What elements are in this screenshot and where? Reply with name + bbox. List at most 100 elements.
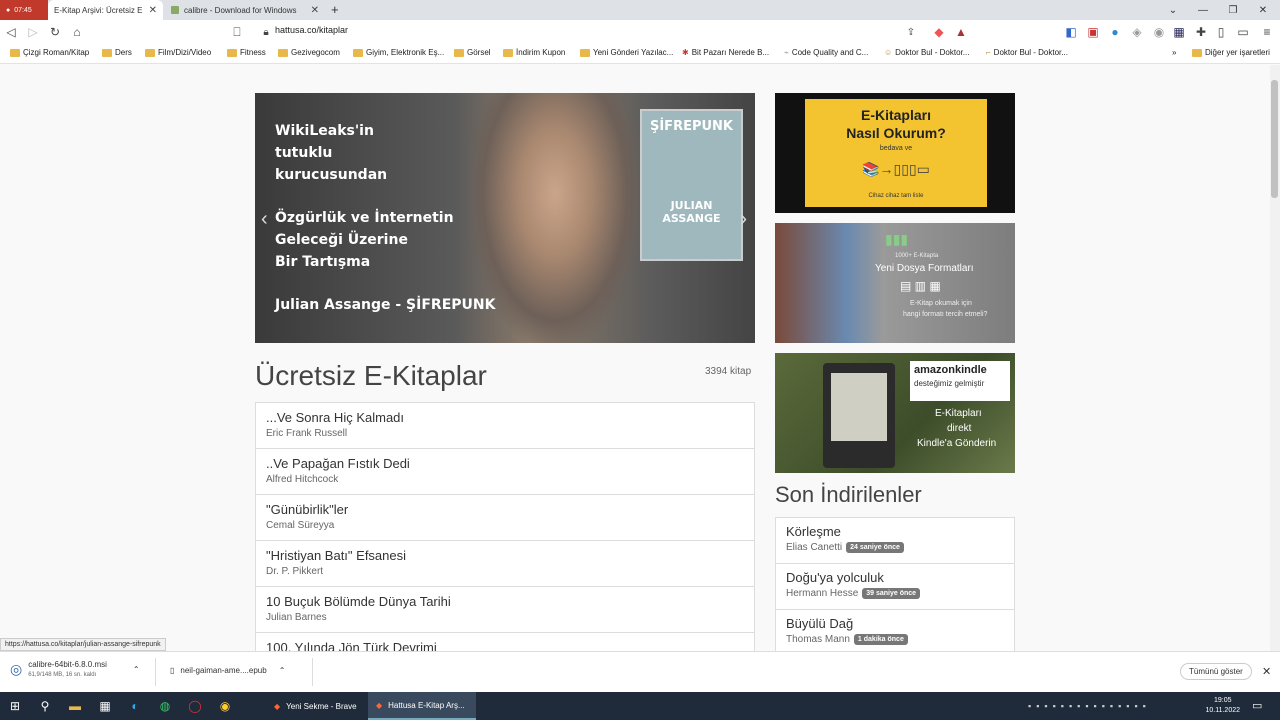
bookmark-label: Doktor Bul - Doktor...	[895, 48, 970, 57]
kindle-logo: amazonkindle desteğimiz gelmiştir	[910, 361, 1010, 401]
promo-text: Kindle'a Gönderin	[917, 438, 997, 449]
tab-hattusa[interactable]: E-Kitap Arşivi: Ücretsiz E ✕	[48, 0, 163, 20]
bookmark-link[interactable]: ✱ Bit Pazarı Nerede B...	[682, 48, 769, 57]
store-icon[interactable]: ▦	[90, 692, 120, 720]
extension-icon[interactable]: ▦	[1168, 21, 1190, 43]
download-bar: ◎ calibre-64bit-6.8.0.msi 61,9/148 MB, 16…	[0, 651, 1280, 692]
promo-text: E-Kitapları	[935, 408, 982, 419]
bookmark-label: İndirim Kupon	[516, 48, 566, 57]
book-title[interactable]: Körleşme	[786, 524, 1004, 539]
book-count: 3394 kitap	[705, 366, 752, 377]
download-item[interactable]: ◎ calibre-64bit-6.8.0.msi 61,9/148 MB, 16…	[10, 660, 140, 678]
scrollbar-thumb[interactable]	[1271, 80, 1278, 198]
restore-button[interactable]: ❐	[1218, 0, 1248, 20]
new-tab-button[interactable]: +	[331, 2, 339, 17]
bookmark-folder[interactable]: Çizgi Roman/Kitap	[10, 48, 89, 57]
close-icon[interactable]: ✕	[1262, 665, 1271, 678]
bookmark-link[interactable]: ☺ Doktor Bul - Doktor...	[884, 48, 969, 57]
promo-how-to-read[interactable]: E-Kitapları Nasıl Okurum? bedava ve 📚→▯▯…	[775, 93, 1015, 213]
system-tray-icons[interactable]: ▪▪▪▪▪▪▪▪▪▪▪▪▪▪▪	[1028, 701, 1151, 711]
extension-icon[interactable]: ◉	[1148, 21, 1170, 43]
taskbar-app-brave-new-tab[interactable]: ◆ Yeni Sekme - Brave	[266, 692, 365, 720]
clock-date: 10.11.2022	[1205, 707, 1240, 714]
close-window-button[interactable]: ✕	[1248, 0, 1278, 20]
list-item[interactable]: "Günübirlik"ler Cemal Süreyya	[256, 495, 754, 541]
opera-icon[interactable]: ◯	[180, 692, 210, 720]
chrome-icon[interactable]: ◉	[210, 692, 240, 720]
show-all-button[interactable]: Tümünü göster	[1180, 663, 1252, 680]
download-item[interactable]: ▯ neil-gaiman-ame....epub ⌃	[170, 666, 285, 675]
book-title[interactable]: ..Ve Papağan Fıstık Dedi	[266, 456, 744, 471]
bookmark-folder[interactable]: Gezivegocom	[278, 48, 340, 57]
book-title[interactable]: 10 Buçuk Bölümde Dünya Tarihi	[266, 594, 744, 609]
promo-kindle[interactable]: amazonkindle desteğimiz gelmiştir E-Kita…	[775, 353, 1015, 473]
close-tab-icon[interactable]: ✕	[149, 5, 157, 16]
list-item[interactable]: 10 Buçuk Bölümde Dünya Tarihi Julian Barn…	[256, 587, 754, 633]
chevron-up-icon[interactable]: ⌃	[279, 666, 286, 675]
bookmark-folder[interactable]: Fitness	[227, 48, 266, 57]
brave-shields-icon[interactable]: ◆	[928, 21, 950, 43]
list-item[interactable]: Büyülü Dağ Thomas Mann 1 dakika önce	[776, 610, 1014, 656]
book-author: Eric Frank Russell	[266, 428, 348, 439]
home-button[interactable]: ⌂	[66, 21, 88, 43]
carousel-prev-chevron-icon[interactable]: ‹	[261, 208, 268, 231]
tab-calibre[interactable]: calibre - Download for Windows ✕	[165, 0, 325, 20]
bookmarks-overflow-chevron-icon[interactable]: »	[1172, 48, 1176, 57]
list-item[interactable]: ...Ve Sonra Hiç Kalmadı Eric Frank Russel…	[256, 403, 754, 449]
book-title[interactable]: Büyülü Dağ	[786, 616, 1004, 631]
clock[interactable]: 19:05 10.11.2022	[1205, 696, 1240, 716]
download-name: calibre-64bit-6.8.0.msi	[28, 660, 107, 669]
forward-button[interactable]: ▷	[22, 21, 44, 43]
address-input[interactable]: hattusa.co/kitaplar	[275, 25, 348, 35]
close-tab-icon[interactable]: ✕	[311, 5, 319, 16]
bookmark-folder[interactable]: Ders	[102, 48, 132, 57]
notifications-icon[interactable]: ▭	[1252, 699, 1262, 712]
extension-icon[interactable]: ▣	[1082, 21, 1104, 43]
bookmark-folder[interactable]: Film/Dizi/Video	[145, 48, 211, 57]
bookmark-link[interactable]: ⌁ Code Quality and C...	[784, 48, 868, 57]
list-item[interactable]: Körleşme Elias Canetti 24 saniye önce	[776, 518, 1014, 564]
windows-start-icon[interactable]: ⊞	[0, 692, 30, 720]
bookmark-folder[interactable]: Giyim, Elektronik Eş...	[353, 48, 444, 57]
wallet-icon[interactable]: ▭	[1232, 21, 1254, 43]
minimize-button[interactable]: —	[1188, 0, 1218, 20]
sidebar-icon[interactable]: ▯	[1210, 21, 1232, 43]
extensions-puzzle-icon[interactable]: ✚	[1190, 21, 1212, 43]
back-button[interactable]: ◁	[0, 21, 22, 43]
bookmark-icon[interactable]: ⎕	[226, 21, 248, 43]
share-icon[interactable]: ⇪	[900, 21, 922, 43]
chevron-up-icon[interactable]: ⌃	[133, 665, 140, 674]
bookmark-folder[interactable]: İndirim Kupon	[503, 48, 565, 57]
list-item[interactable]: Doğu'ya yolculuk Hermann Hesse 39 saniye ö…	[776, 564, 1014, 610]
list-item[interactable]: "Hristiyan Batı" Efsanesi Dr. P. Pikkert	[256, 541, 754, 587]
book-title[interactable]: "Hristiyan Batı" Efsanesi	[266, 548, 744, 563]
hero-text: Bir Tartışma	[275, 254, 371, 270]
book-title[interactable]: "Günübirlik"ler	[266, 502, 744, 517]
promo-text: hangi formatı tercih etmeli?	[903, 311, 988, 318]
book-author: Elias Canetti	[786, 542, 843, 553]
book-title[interactable]: Doğu'ya yolculuk	[786, 570, 1004, 585]
edge-icon[interactable]: ◐	[120, 692, 150, 720]
hero-carousel[interactable]: WikiLeaks'in tutuklu kurucusundan Özgürl…	[255, 93, 755, 343]
search-icon[interactable]: ⚲	[30, 692, 60, 720]
list-item[interactable]: ..Ve Papağan Fıstık Dedi Alfred Hitchcock	[256, 449, 754, 495]
promo-panel: E-Kitapları Nasıl Okurum? bedava ve 📚→▯▯…	[805, 99, 987, 207]
whatsapp-icon[interactable]: ◍	[150, 692, 180, 720]
extension-icon[interactable]: ●	[1104, 21, 1126, 43]
carousel-next-chevron-icon[interactable]: ›	[740, 208, 747, 231]
file-explorer-icon[interactable]: ▬	[60, 692, 90, 720]
promo-file-formats[interactable]: ▮▮▮ 1000+ E-Kitapta Yeni Dosya Formatlar…	[775, 223, 1015, 343]
bookmark-folder[interactable]: Yeni Gönderi Yazılac...	[580, 48, 673, 57]
other-bookmarks[interactable]: Diğer yer işaretleri	[1192, 48, 1270, 57]
menu-icon[interactable]: ≡	[1256, 21, 1278, 43]
taskbar-app-hattusa[interactable]: ◆ Hattusa E-Kitap Arş...	[368, 692, 476, 720]
book-title[interactable]: ...Ve Sonra Hiç Kalmadı	[266, 410, 744, 425]
translate-extension-icon[interactable]: ◧	[1060, 21, 1082, 43]
extension-icon[interactable]: ◈	[1126, 21, 1148, 43]
brave-rewards-icon[interactable]: ▲	[950, 21, 972, 43]
tab-search-chevron-icon[interactable]: ⌄	[1158, 0, 1188, 20]
promo-text: amazonkindle	[914, 364, 987, 376]
bookmark-folder[interactable]: Görsel	[454, 48, 491, 57]
bookmark-link[interactable]: ⌐ Doktor Bul - Doktor...	[986, 48, 1068, 57]
reload-button[interactable]: ↻	[44, 21, 66, 43]
